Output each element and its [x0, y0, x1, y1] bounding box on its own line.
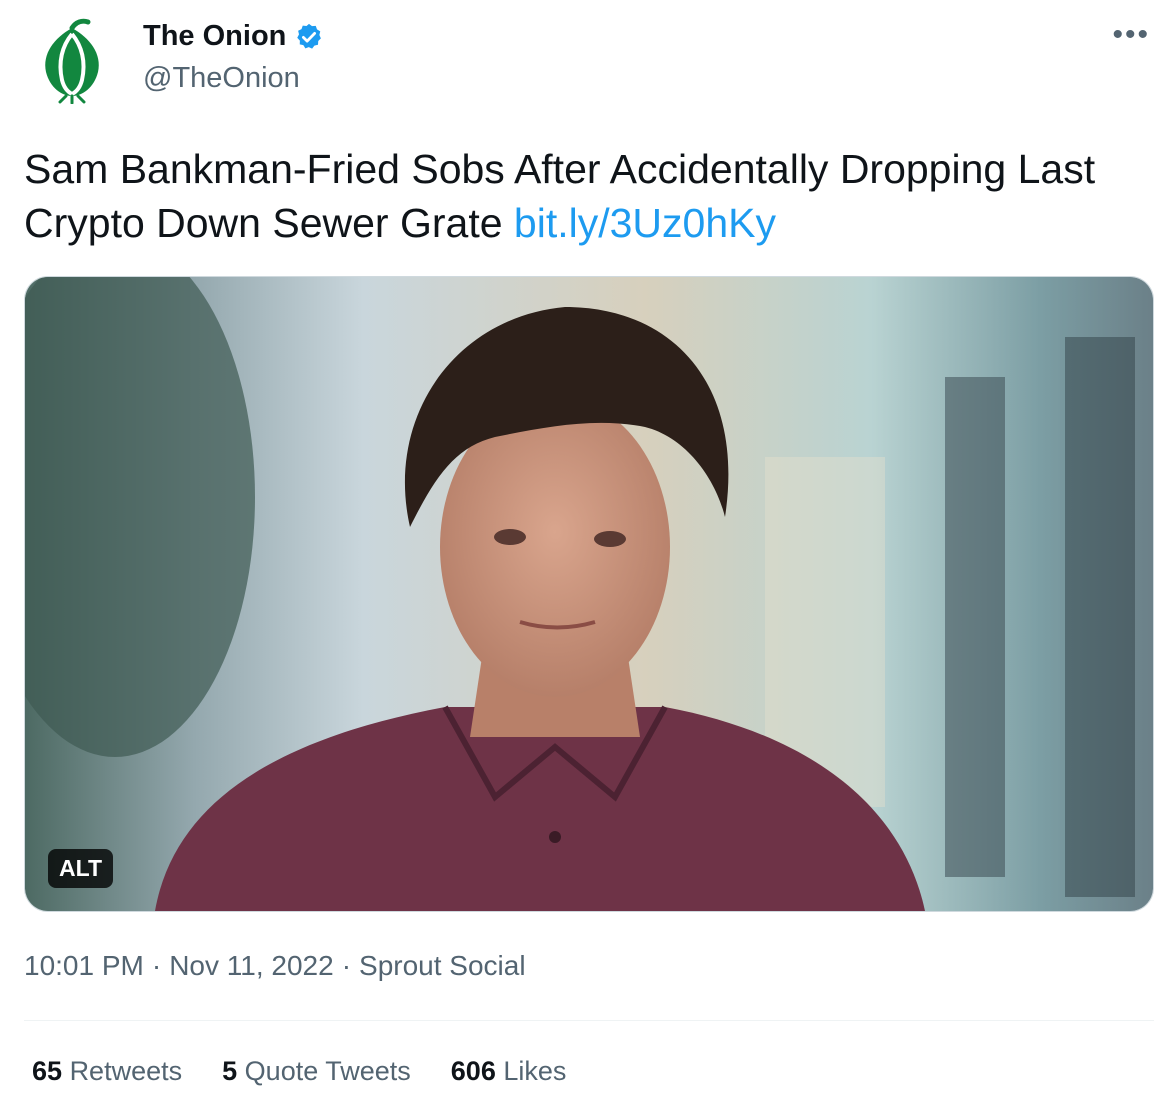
tweet-time[interactable]: 10:01 PM — [24, 950, 144, 982]
likes-stat[interactable]: 606 Likes — [451, 1056, 567, 1087]
author-avatar[interactable] — [24, 12, 120, 108]
tweet-source[interactable]: Sprout Social — [359, 950, 526, 982]
more-horizontal-icon[interactable]: ••• — [1112, 18, 1150, 52]
meta-separator: · — [341, 950, 352, 981]
quote-tweets-label: Quote Tweets — [244, 1056, 411, 1086]
tweet-meta: 10:01 PM · Nov 11, 2022 · Sprout Social — [24, 950, 526, 982]
retweets-stat[interactable]: 65 Retweets — [32, 1056, 182, 1087]
tweet-text: Sam Bankman-Fried Sobs After Accidentall… — [24, 142, 1154, 250]
tweet-media-image[interactable] — [24, 276, 1154, 912]
retweets-label: Retweets — [69, 1056, 183, 1086]
divider — [24, 1020, 1154, 1021]
tweet-date[interactable]: Nov 11, 2022 — [169, 950, 334, 982]
likes-label: Likes — [503, 1056, 567, 1086]
likes-count: 606 — [450, 1056, 496, 1086]
tweet-stats: 65 Retweets 5 Quote Tweets 606 Likes — [32, 1056, 566, 1087]
quote-tweets-stat[interactable]: 5 Quote Tweets — [222, 1056, 411, 1087]
author-name-row[interactable]: The Onion — [143, 20, 324, 53]
alt-text-badge[interactable]: ALT — [48, 849, 114, 888]
onion-logo-icon — [45, 18, 99, 104]
author-display-name[interactable]: The Onion — [143, 20, 286, 53]
author-handle[interactable]: @TheOnion — [143, 62, 300, 95]
meta-separator: · — [151, 950, 162, 981]
quote-tweets-count: 5 — [222, 1056, 238, 1086]
tweet-link[interactable]: bit.ly/3Uz0hKy — [514, 200, 776, 246]
verified-badge-icon — [297, 23, 322, 49]
retweets-count: 65 — [32, 1056, 63, 1086]
